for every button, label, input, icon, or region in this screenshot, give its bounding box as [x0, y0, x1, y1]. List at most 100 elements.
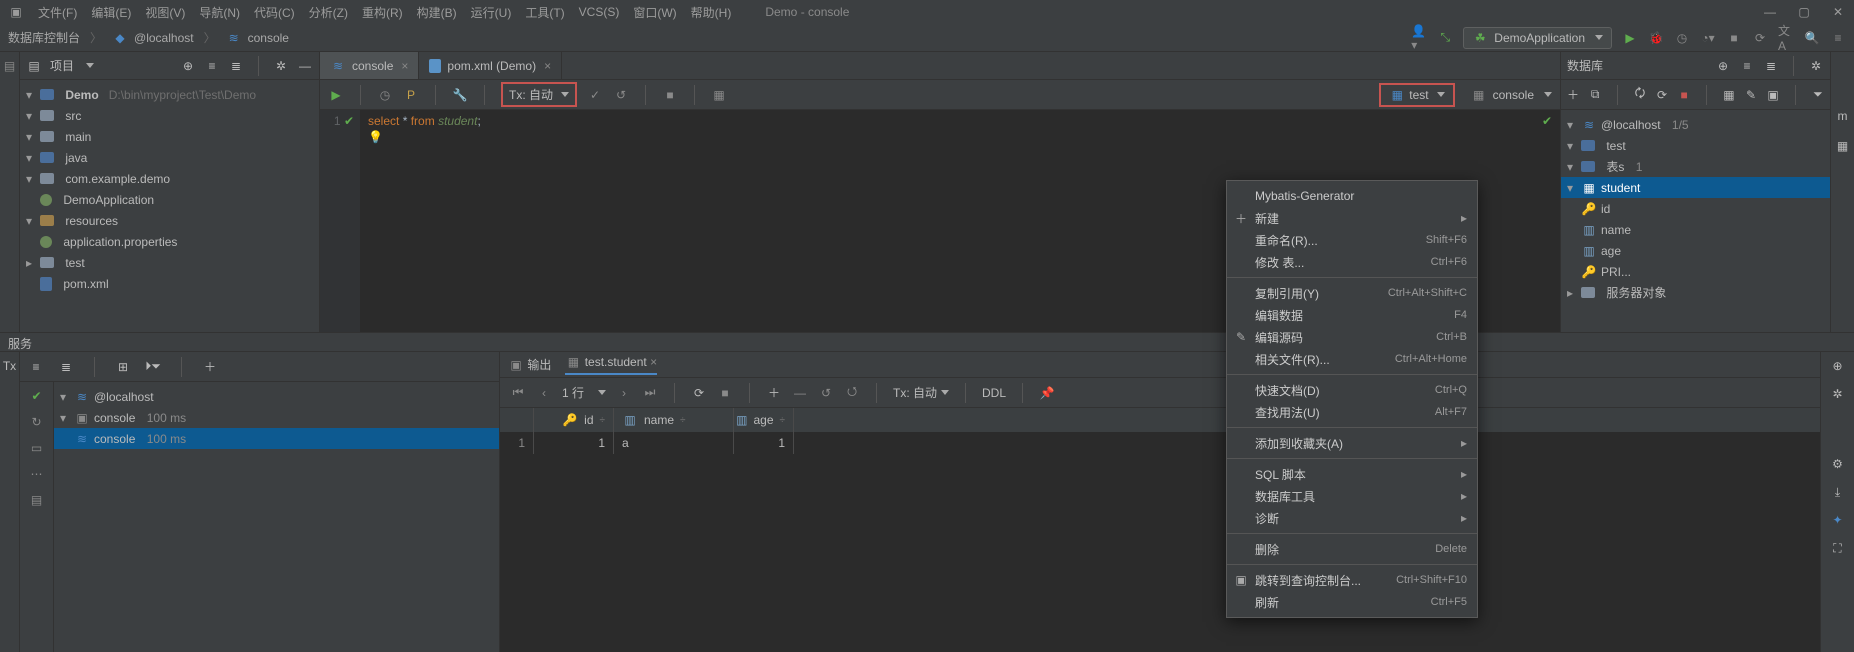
stop-icon[interactable]: ■ [717, 385, 733, 401]
sort-icon[interactable]: ÷ [780, 415, 786, 426]
ctx-delete[interactable]: 删除Delete [1227, 538, 1477, 560]
ide-settings-icon[interactable]: ≡ [1830, 30, 1846, 46]
remove-row-icon[interactable]: — [792, 385, 808, 401]
explain-icon[interactable]: P [403, 87, 419, 103]
gear-icon[interactable]: ✲ [1808, 58, 1824, 74]
tx-mode[interactable]: Tx: 自动 [893, 384, 949, 401]
menu-vcs[interactable]: VCS(S) [579, 5, 620, 19]
menu-refactor[interactable]: 重构(R) [362, 4, 403, 21]
tab-console[interactable]: ≋console× [320, 52, 419, 79]
project-tree[interactable]: ▾ DemoD:\bin\myproject\Test\Demo ▾ src ▾… [20, 80, 319, 332]
chevron-down-icon[interactable] [86, 63, 94, 68]
more-icon[interactable]: ⋯ [29, 466, 45, 482]
rerun-icon[interactable]: ↻ [29, 414, 45, 430]
db-col-pri[interactable]: PRI... [1601, 265, 1631, 279]
cell-age[interactable]: 1 [734, 432, 794, 454]
reload-icon[interactable]: ⟳ [691, 385, 707, 401]
user-icon[interactable]: 👤▾ [1411, 30, 1427, 46]
crumb-root[interactable]: 数据库控制台 [8, 29, 80, 46]
execute-icon[interactable]: ▶ [328, 87, 344, 103]
cancel-icon[interactable]: ■ [662, 87, 678, 103]
ok-icon[interactable]: ✔ [29, 388, 45, 404]
menu-build[interactable]: 构建(B) [417, 4, 457, 21]
add-icon[interactable]: ＋ [1567, 87, 1579, 103]
run-config-selector[interactable]: ☘ DemoApplication [1463, 27, 1612, 49]
profile-icon[interactable]: ◔▾ [1700, 30, 1716, 46]
result-grid[interactable]: 🔑id÷ ▥name÷ ▥age÷ 1 1 a 1 [500, 408, 1820, 652]
rollback-icon[interactable]: ↺ [613, 87, 629, 103]
db-col-name[interactable]: name [1601, 223, 1631, 237]
maximize-icon[interactable]: ⛶ [1830, 540, 1846, 556]
close-icon[interactable]: ✕ [1830, 4, 1846, 20]
stop-icon[interactable]: ▭ [29, 440, 45, 456]
tree-app[interactable]: DemoApplication [63, 193, 154, 207]
ddl-button[interactable]: DDL [982, 386, 1006, 400]
run-gutter-icon[interactable]: ✔ [344, 114, 354, 128]
filter-icon[interactable]: ⏵⏷ [145, 359, 161, 375]
svc-host[interactable]: @localhost [94, 390, 154, 404]
db-tables[interactable]: 表s [1606, 158, 1624, 175]
commit-icon[interactable]: ⭯ [844, 385, 860, 401]
sort-icon[interactable]: ÷ [600, 415, 606, 426]
hide-icon[interactable]: — [297, 58, 313, 74]
menu-run[interactable]: 运行(U) [471, 4, 512, 21]
ctx-sql-scripts[interactable]: SQL 脚本▸ [1227, 463, 1477, 485]
next-page-icon[interactable]: › [616, 385, 632, 401]
maven-tool-icon[interactable]: m [1835, 108, 1851, 124]
build-icon[interactable]: ⤡ [1437, 30, 1453, 46]
filter-icon[interactable]: ⏷ [1812, 87, 1824, 103]
cell-name[interactable]: a [614, 432, 734, 454]
menu-tools[interactable]: 工具(T) [525, 4, 564, 21]
add-icon[interactable]: ＋ [202, 359, 218, 375]
coverage-icon[interactable]: ◷ [1674, 30, 1690, 46]
update-icon[interactable]: ⟳ [1752, 30, 1768, 46]
menu-help[interactable]: 帮助(H) [691, 4, 732, 21]
ctx-quick-doc[interactable]: 快速文档(D)Ctrl+Q [1227, 379, 1477, 401]
project-root[interactable]: Demo [65, 88, 98, 102]
chevron-down-icon[interactable] [598, 390, 606, 395]
ctx-refresh[interactable]: 刷新Ctrl+F5 [1227, 591, 1477, 613]
menu-analyze[interactable]: 分析(Z) [309, 4, 348, 21]
cell-id[interactable]: 1 [534, 432, 614, 454]
table-row[interactable]: 1 1 a 1 [500, 432, 1820, 454]
schema-selector[interactable]: ▦test [1379, 83, 1454, 107]
ctx-edit-data[interactable]: 编辑数据F4 [1227, 304, 1477, 326]
edit-icon[interactable]: ✎ [1745, 87, 1757, 103]
services-tree[interactable]: ▾≋@localhost ▾▣console 100 ms ≋console 1… [54, 382, 499, 652]
ctx-find-usages[interactable]: 查找用法(U)Alt+F7 [1227, 401, 1477, 423]
tree-resources[interactable]: resources [65, 214, 118, 228]
ctx-edit-source[interactable]: ✎编辑源码Ctrl+B [1227, 326, 1477, 348]
sort-icon[interactable]: ÷ [680, 415, 686, 426]
layout-icon[interactable]: ▤ [29, 492, 45, 508]
stop-icon[interactable]: ■ [1678, 87, 1690, 103]
expand-all-icon[interactable]: ≡ [204, 58, 220, 74]
menu-code[interactable]: 代码(C) [254, 4, 295, 21]
svc-console[interactable]: console [94, 411, 135, 425]
tree-java[interactable]: java [65, 151, 87, 165]
locate-icon[interactable]: ⊕ [180, 58, 196, 74]
tab-result-grid[interactable]: ▦ test.student × [565, 354, 657, 375]
gear-icon[interactable]: ✲ [1830, 386, 1846, 402]
close-tab-icon[interactable]: × [650, 355, 657, 369]
duplicate-icon[interactable]: ⧉ [1589, 87, 1601, 103]
collapse-icon[interactable]: ≣ [58, 359, 74, 375]
settings-icon[interactable]: ⚙ [1830, 456, 1846, 472]
debug-icon[interactable]: 🐞 [1648, 30, 1664, 46]
run-icon[interactable]: ▶ [1622, 30, 1638, 46]
tree-pom[interactable]: pom.xml [63, 277, 108, 291]
tree-main[interactable]: main [65, 130, 91, 144]
tree-package[interactable]: com.example.demo [65, 172, 170, 186]
history-icon[interactable]: ◷ [377, 87, 393, 103]
tab-pom[interactable]: pom.xml (Demo)× [419, 52, 562, 79]
menu-file[interactable]: 文件(F) [38, 4, 77, 21]
ctx-db-tools[interactable]: 数据库工具▸ [1227, 485, 1477, 507]
db-col-age[interactable]: age [1601, 244, 1621, 258]
gear-icon[interactable]: ✲ [273, 58, 289, 74]
search-everywhere-icon[interactable]: 🔍 [1804, 30, 1820, 46]
tx-mode-selector[interactable]: Tx: 自动 [501, 82, 577, 107]
expand-icon[interactable]: ≡ [28, 359, 44, 375]
close-tab-icon[interactable]: × [401, 59, 408, 73]
ctx-add-favorites[interactable]: 添加到收藏夹(A)▸ [1227, 432, 1477, 454]
ctx-modify-table[interactable]: 修改 表...Ctrl+F6 [1227, 251, 1477, 273]
db-server-objects[interactable]: 服务器对象 [1606, 284, 1666, 301]
